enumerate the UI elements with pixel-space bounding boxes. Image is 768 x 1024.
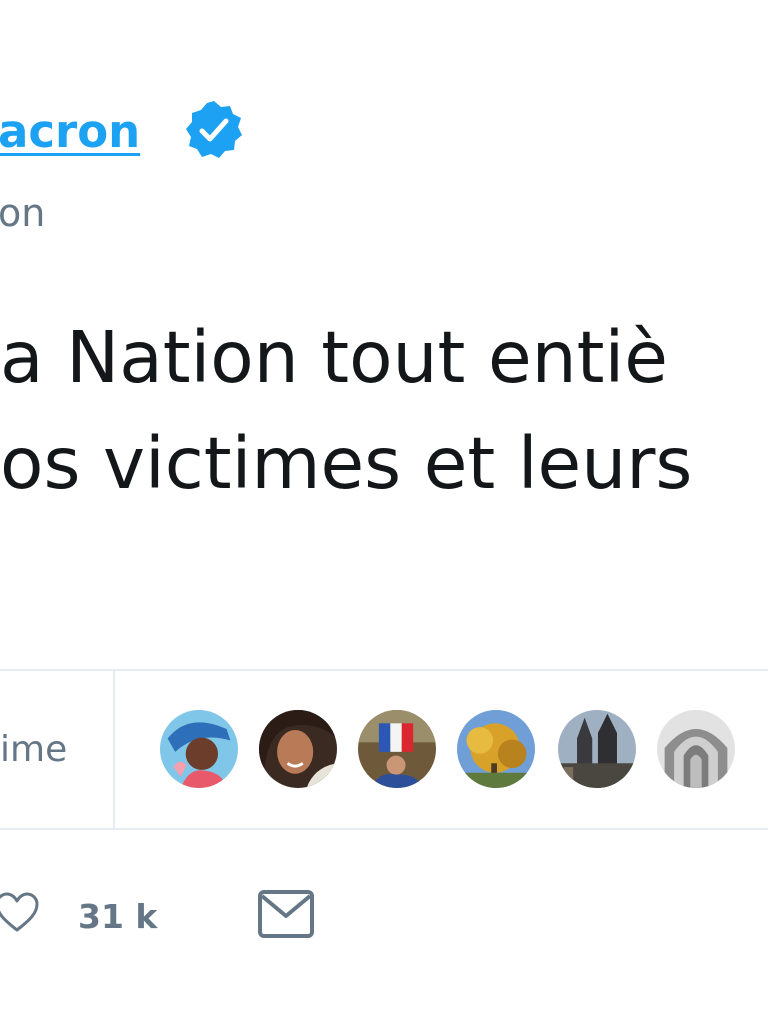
likes-count-label[interactable]: ime [0, 728, 67, 772]
liker-avatar-3[interactable] [356, 708, 438, 790]
author-name-link[interactable]: acron [0, 104, 140, 160]
divider-bottom [0, 828, 768, 830]
divider-top [0, 669, 768, 671]
tweet-text: a Nation tout entiè os victimes et leurs [0, 322, 768, 534]
liker-avatar-1[interactable] [158, 708, 240, 790]
author-handle[interactable]: on [0, 190, 45, 236]
liker-avatar-2[interactable] [257, 708, 339, 790]
tweet-line-1: a Nation tout entiè [0, 316, 668, 399]
like-count[interactable]: 31 k [78, 897, 157, 937]
liker-avatar-6[interactable] [655, 708, 737, 790]
liker-avatar-5[interactable] [556, 708, 638, 790]
mail-icon[interactable] [256, 888, 316, 940]
heart-icon[interactable] [0, 890, 40, 936]
stats-vertical-divider [113, 671, 115, 828]
liker-avatar-4[interactable] [455, 708, 537, 790]
tweet-line-2: os victimes et leurs [0, 422, 693, 505]
verified-badge-icon [186, 101, 242, 158]
